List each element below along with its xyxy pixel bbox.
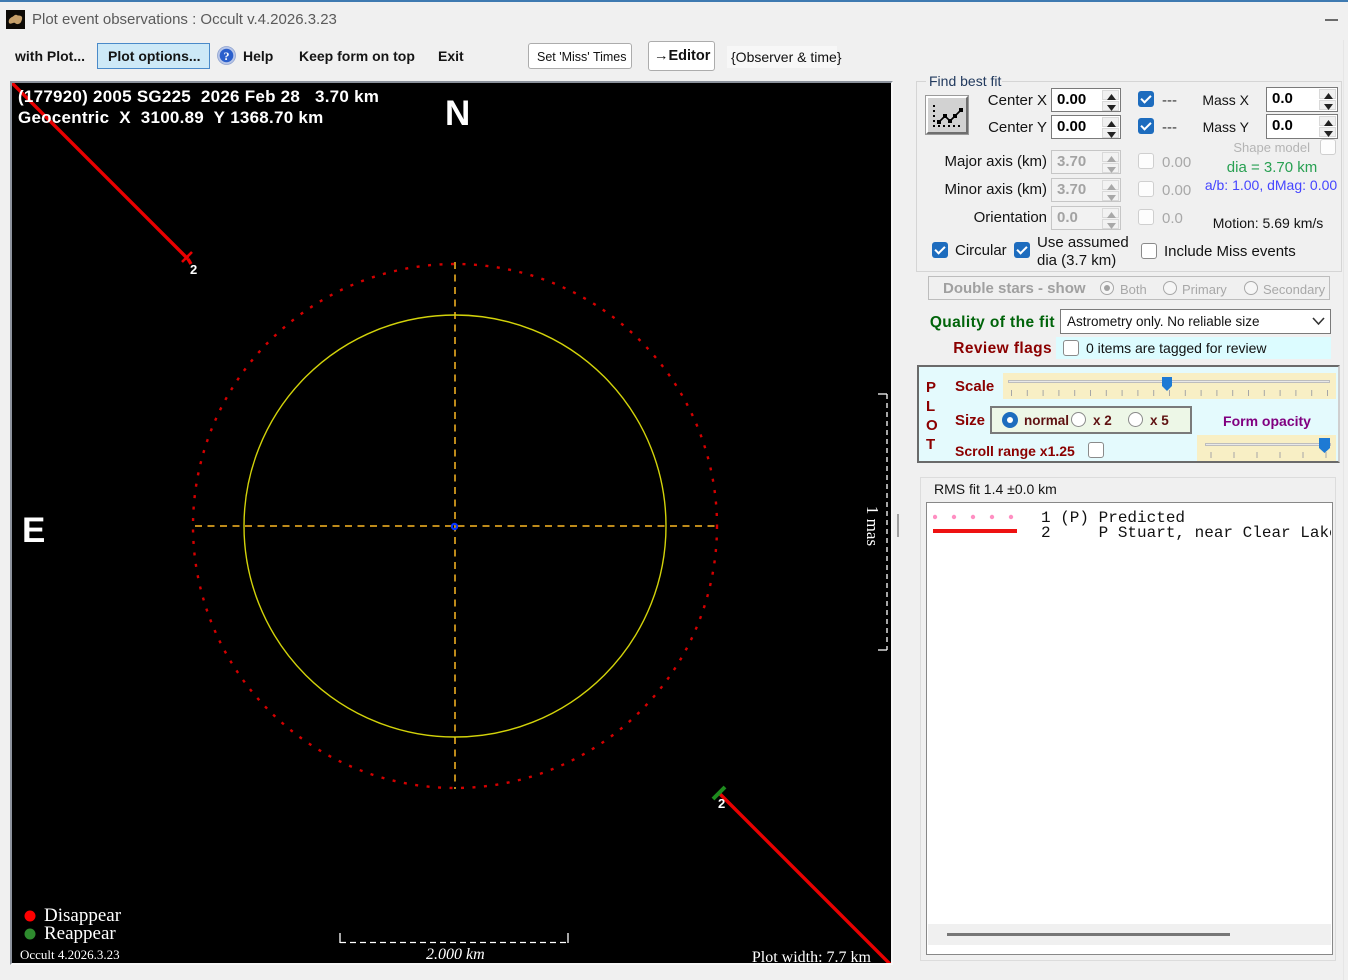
svg-text:?: ? (224, 49, 230, 63)
